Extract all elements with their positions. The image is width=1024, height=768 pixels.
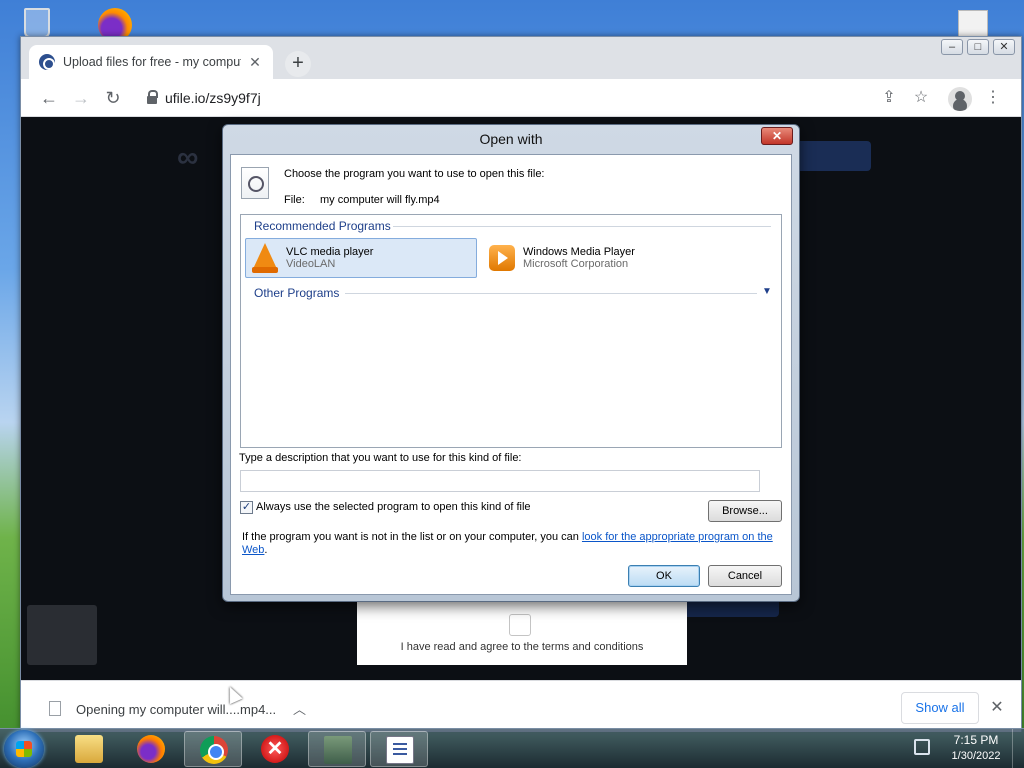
close-download-bar-icon[interactable]: ✕ (987, 697, 1007, 717)
terms-text: I have read and agree to the terms and c… (400, 641, 644, 653)
program-vendor: Microsoft Corporation (523, 258, 629, 270)
file-icon (49, 701, 61, 716)
minimize-button[interactable]: – (941, 39, 963, 55)
browse-button[interactable]: Browse... (708, 500, 782, 522)
chevron-down-icon[interactable]: ▼ (762, 286, 772, 297)
tab-strip: Upload files for free - my computer will… (21, 37, 1021, 79)
forward-arrow-icon[interactable]: → (69, 87, 93, 111)
dialog-close-button[interactable]: ✕ (761, 127, 793, 145)
tab-active[interactable]: Upload files for free - my computer will… (29, 45, 273, 79)
folder-icon (75, 735, 103, 763)
other-programs-heading[interactable]: Other Programs (254, 286, 339, 300)
start-button[interactable] (4, 730, 44, 768)
maximize-button[interactable]: □ (967, 39, 989, 55)
close-window-button[interactable]: ✕ (993, 39, 1015, 55)
menu-dots-icon[interactable]: ⋮ (981, 87, 1005, 111)
download-item-name[interactable]: Opening my computer will....mp4... (76, 702, 276, 717)
taskbar-app-list[interactable] (370, 731, 428, 767)
terms-panel: I have read and agree to the terms and c… (357, 599, 687, 665)
share-icon[interactable]: ⇪ (877, 87, 901, 111)
tab-title: Upload files for free - my computer will… (63, 55, 241, 69)
window-controls: – □ ✕ (941, 39, 1015, 55)
address-bar[interactable]: ufile.io/zs9y9f7j (135, 84, 995, 112)
taskbar-explorer[interactable] (60, 731, 118, 767)
choose-program-text: Choose the program you want to use to op… (284, 168, 545, 180)
taskbar-firefox[interactable] (122, 731, 180, 767)
download-bar: Opening my computer will....mp4... ︿ Sho… (21, 680, 1021, 732)
url-text[interactable]: ufile.io/zs9y9f7j (165, 90, 261, 106)
taskbar-app-box[interactable] (308, 731, 366, 767)
program-name: Windows Media Player (523, 246, 635, 258)
clock-time[interactable]: 7:15 PM (946, 733, 1006, 747)
show-desktop-button[interactable] (1012, 729, 1024, 768)
taskbar: ✕ 7:15 PM 1/30/2022 (0, 728, 1024, 768)
help-text: If the program you want is not in the li… (242, 531, 782, 557)
bookmark-star-icon[interactable]: ☆ (909, 87, 933, 111)
terms-checkbox[interactable] (509, 614, 531, 636)
reload-icon[interactable]: ↻ (101, 87, 125, 111)
taskbar-chrome[interactable] (184, 731, 242, 767)
file-label: File: (284, 194, 305, 206)
search-file-icon (241, 167, 269, 199)
browser-toolbar: ← → ↻ ufile.io/zs9y9f7j ⇪ ☆ ⋮ (21, 79, 1021, 117)
error-x-icon: ✕ (261, 735, 289, 763)
divider (393, 226, 771, 227)
tab-close-icon[interactable]: ✕ (247, 54, 263, 71)
always-use-label[interactable]: Always use the selected program to open … (256, 501, 531, 513)
help-text-before: If the program you want is not in the li… (242, 531, 582, 543)
show-all-button[interactable]: Show all (901, 692, 979, 724)
back-arrow-icon[interactable]: ← (37, 87, 61, 111)
cancel-button[interactable]: Cancel (708, 565, 782, 587)
program-wmp[interactable]: Windows Media Player Microsoft Corporati… (483, 238, 773, 278)
program-vendor: VideoLAN (286, 258, 336, 270)
ufile-favicon-icon (39, 54, 55, 70)
program-name: VLC media player (286, 246, 374, 258)
description-label: Type a description that you want to use … (239, 452, 522, 464)
vlc-icon (252, 243, 278, 273)
recaptcha-badge (27, 605, 97, 665)
divider (345, 293, 757, 294)
description-input[interactable] (240, 470, 760, 492)
program-vlc[interactable]: VLC media player VideoLAN (245, 238, 477, 278)
lock-icon[interactable] (147, 90, 158, 104)
package-icon (324, 736, 352, 764)
ok-button[interactable]: OK (628, 565, 700, 587)
checklist-icon (386, 736, 414, 764)
always-use-checkbox[interactable]: ✓ (240, 501, 253, 514)
help-text-after: . (264, 544, 268, 556)
file-name: my computer will fly.mp4 (320, 194, 440, 206)
dialog-body: Choose the program you want to use to op… (230, 154, 792, 595)
program-list: Recommended Programs VLC media player Vi… (240, 214, 782, 448)
ufile-logo-icon: ∞ (177, 141, 199, 174)
open-with-dialog: Open with ✕ Choose the program you want … (222, 124, 800, 602)
chevron-up-icon[interactable]: ︿ (293, 699, 306, 718)
clock-date[interactable]: 1/30/2022 (946, 750, 1006, 762)
network-tray-icon[interactable] (914, 739, 930, 755)
firefox-icon (137, 735, 165, 763)
recommended-programs-heading: Recommended Programs (254, 219, 391, 233)
taskbar-app-x[interactable]: ✕ (246, 731, 304, 767)
chrome-icon (200, 736, 228, 764)
profile-avatar-icon[interactable] (948, 87, 972, 111)
windows-media-player-icon (489, 245, 515, 271)
new-tab-button[interactable]: + (285, 51, 311, 77)
dialog-title: Open with (479, 131, 543, 147)
